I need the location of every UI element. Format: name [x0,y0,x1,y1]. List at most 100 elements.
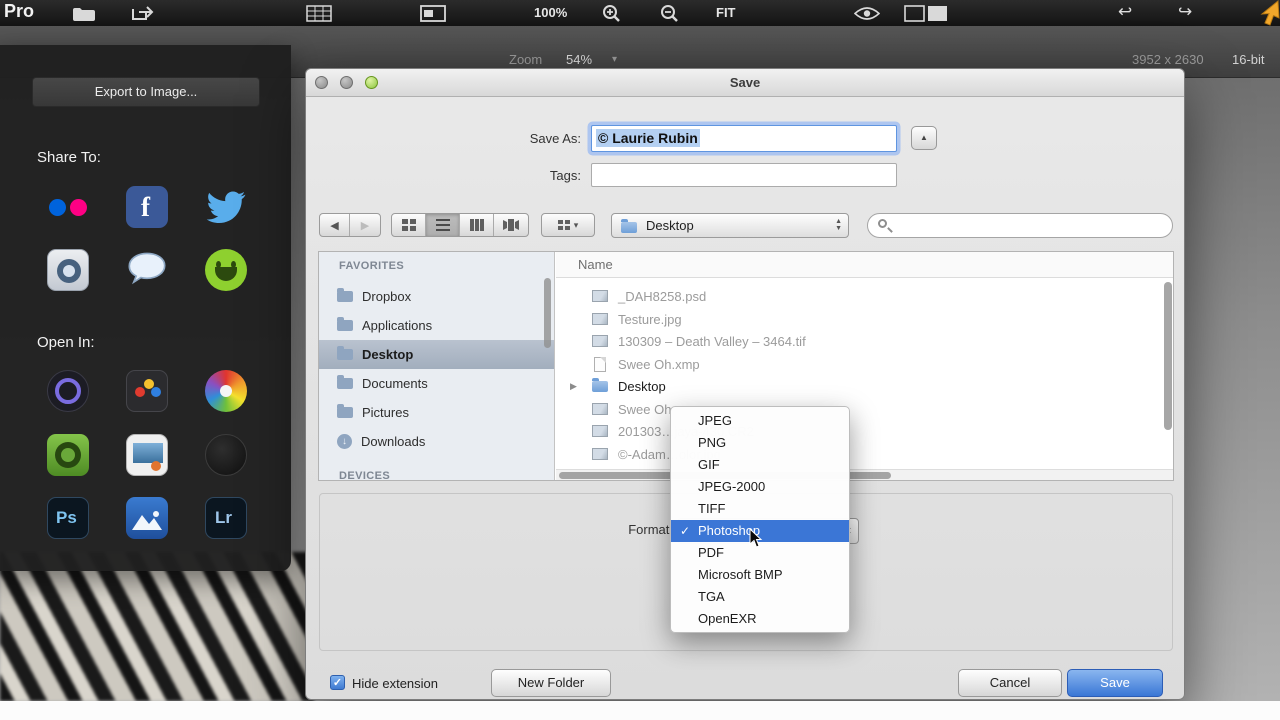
undo-icon[interactable]: ↩ [1118,2,1132,22]
column-view-button[interactable] [460,214,494,236]
image-dimensions-label: 3952 x 2630 [1132,52,1204,67]
menu-item-gif[interactable]: GIF [671,454,849,476]
hide-extension-label: Hide extension [352,676,438,691]
photoshop-icon[interactable]: Ps [47,497,89,539]
dialog-sidebar: FAVORITES Dropbox Applications Desktop D… [319,252,555,480]
popup-arrows-icon: ▲▼ [835,218,842,232]
save-button[interactable]: Save [1067,669,1163,697]
image-file-icon [592,290,608,302]
app-toolbar: Pro 100% FIT ↩ ↪ [0,0,1280,26]
back-button[interactable]: ◀ [320,214,350,236]
file-row[interactable]: Testure.jpg [556,308,1173,330]
list-view-button[interactable] [426,214,460,236]
mail-icon[interactable] [47,249,89,291]
preview-pane-icon[interactable] [420,5,446,27]
smile-icon[interactable] [205,249,247,291]
grid-view-icon[interactable] [306,5,332,27]
image-file-icon [592,448,608,460]
cancel-button[interactable]: Cancel [958,669,1062,697]
zoom-out-icon[interactable] [660,4,679,28]
export-icon[interactable] [130,4,158,27]
sidebar-item-downloads[interactable]: ↓ Downloads [319,427,554,456]
file-row-desktop-folder[interactable]: ▶ Desktop [556,375,1173,397]
arrange-control[interactable]: ▾ [541,213,595,237]
iphoto-icon[interactable] [205,370,247,412]
sidebar-scrollbar[interactable] [544,278,551,348]
sidebar-item-desktop[interactable]: Desktop [319,340,554,369]
screen: Pro 100% FIT ↩ ↪ Zoom 54% ▾ 3952 x 2630 … [0,0,1280,720]
zoom-window-icon[interactable] [365,76,378,89]
folder-icon [337,288,353,302]
vertical-scrollbar[interactable] [1164,282,1172,430]
fit-button[interactable]: FIT [716,5,736,20]
open-file-icon[interactable] [72,5,96,27]
file-row[interactable]: ©-Adam…olor.jpg [556,443,1173,465]
zebra-photo-background [0,552,314,701]
statusbar-zoom-caret-icon[interactable]: ▾ [612,54,617,65]
statusbar-zoom-label: Zoom [509,52,543,67]
applications-icon [337,317,353,331]
messages-icon[interactable] [126,249,168,291]
open-in-heading: Open In: [37,334,95,351]
close-window-icon[interactable] [315,76,328,89]
save-as-input[interactable]: © Laurie Rubin [591,125,897,152]
preview-eye-icon[interactable] [853,6,881,26]
lightroom-icon[interactable]: Lr [205,497,247,539]
view-mode-control [391,213,529,237]
search-field[interactable] [867,213,1173,238]
zoom-level-label[interactable]: 100% [534,5,567,20]
file-list: Name _DAH8258.psd Testure.jpg 130309 – D… [556,252,1173,480]
file-row[interactable]: _DAH8258.psd [556,285,1173,307]
forward-button[interactable]: ▶ [350,214,380,236]
menu-item-jpeg[interactable]: JPEG [671,410,849,432]
devices-heading: DEVICES [339,470,391,481]
export-to-image-button[interactable]: Export to Image... [32,77,260,107]
statusbar-zoom-value[interactable]: 54% [566,52,592,67]
save-as-selected-text: © Laurie Rubin [596,129,700,147]
facebook-icon[interactable]: f [126,186,168,228]
minimize-window-icon[interactable] [340,76,353,89]
checkmark-icon: ✓ [680,524,691,538]
lens-app-icon[interactable] [205,434,247,476]
menu-item-jpeg2000[interactable]: JPEG-2000 [671,476,849,498]
photo-editor-icon[interactable] [126,434,168,476]
tags-input[interactable] [591,163,897,187]
file-row[interactable]: Swee Oh.xmp [556,353,1173,375]
mouse-cursor [749,527,763,554]
share-panel: Export to Image... Share To: f Open In: … [0,45,291,571]
sidebar-item-applications[interactable]: Applications [319,311,554,340]
coverflow-view-button[interactable] [494,214,527,236]
name-column-header[interactable]: Name [556,252,1173,278]
zoom-in-icon[interactable] [602,4,621,28]
menu-item-tga[interactable]: TGA [671,586,849,608]
sidebar-item-pictures[interactable]: Pictures [319,398,554,427]
video-app-icon[interactable] [47,434,89,476]
redo-icon[interactable]: ↪ [1178,2,1192,22]
aperture-icon[interactable] [47,370,89,412]
expand-dialog-button[interactable]: ▲ [911,126,937,150]
orange-cursor-pointer [1252,0,1280,31]
hide-extension-checkbox[interactable]: ✓ [330,675,345,690]
blue-photo-app-icon[interactable] [126,497,168,539]
file-row[interactable]: 130309 – Death Valley – 3464.tif [556,330,1173,352]
sidebar-item-documents[interactable]: Documents [319,369,554,398]
location-popup[interactable]: Desktop ▲ ▼ [611,213,849,238]
flickr-icon[interactable] [47,186,89,228]
twitter-icon[interactable] [205,186,247,228]
app-title: Pro [4,1,35,21]
menu-item-microsoft-bmp[interactable]: Microsoft BMP [671,564,849,586]
photo-app-icon[interactable] [126,370,168,412]
menu-item-png[interactable]: PNG [671,432,849,454]
menu-item-openexr[interactable]: OpenEXR [671,608,849,630]
new-folder-button[interactable]: New Folder [491,669,611,697]
file-row[interactable]: 201303…jaya-430.CR2 [556,420,1173,442]
history-nav-control: ◀ ▶ [319,213,381,237]
icon-view-button[interactable] [392,214,426,236]
disclosure-triangle-icon[interactable]: ▶ [570,381,577,392]
folder-icon [592,377,608,392]
file-row[interactable]: Swee Oh [556,398,1173,420]
compare-view-icon[interactable] [904,5,948,27]
menu-item-tiff[interactable]: TIFF [671,498,849,520]
sidebar-item-dropbox[interactable]: Dropbox [319,282,554,311]
image-file-icon [592,403,608,415]
